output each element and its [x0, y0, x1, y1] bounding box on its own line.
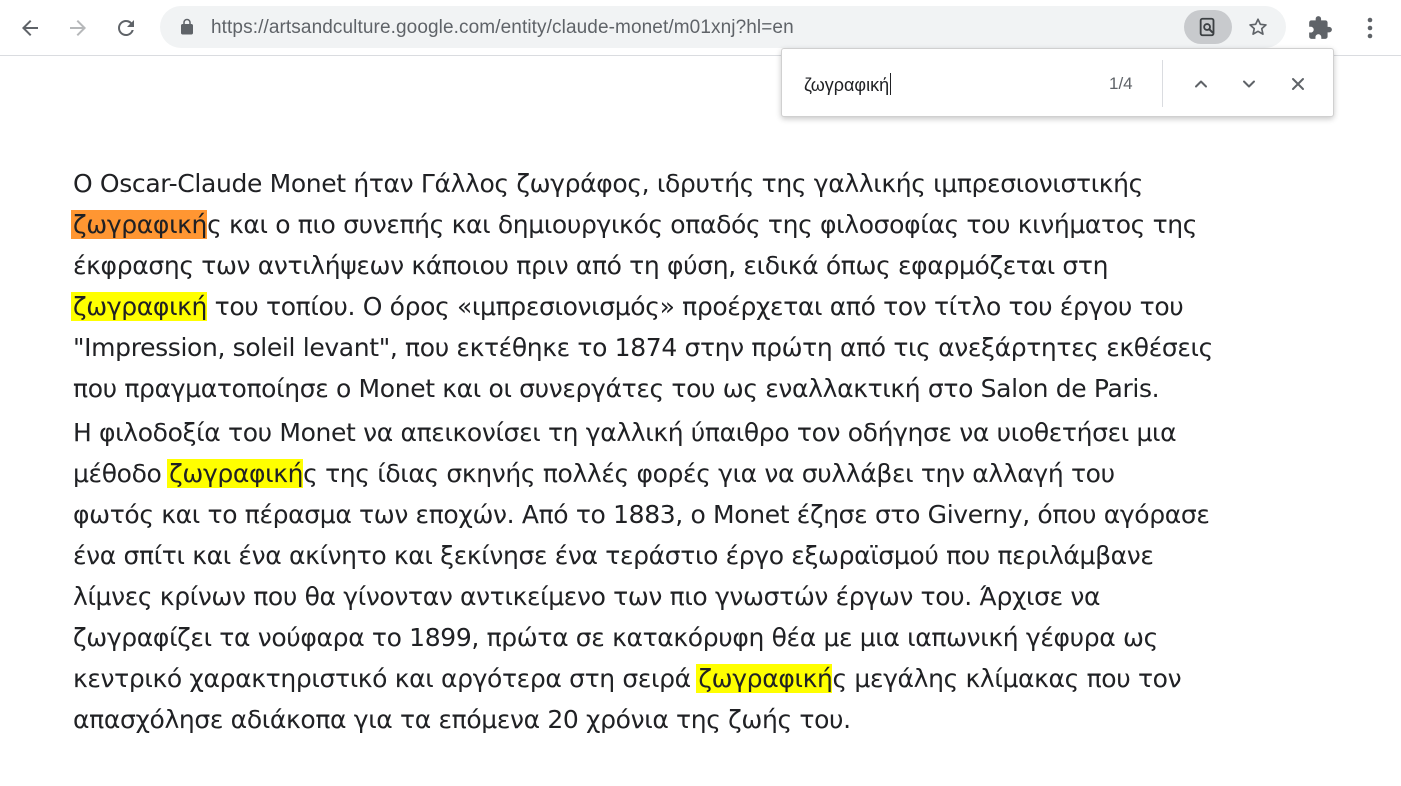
address-bar[interactable]: https://artsandculture.google.com/entity…: [160, 6, 1286, 48]
extensions-button[interactable]: [1302, 10, 1338, 46]
url-text: https://artsandculture.google.com/entity…: [211, 17, 794, 39]
text-caret: [890, 73, 892, 95]
close-icon: [1292, 78, 1304, 90]
arrow-left-icon: [22, 20, 38, 36]
text-line: Η φιλοδοξία του Monet να απεικονίσει τη …: [73, 418, 1177, 447]
paragraph-2: Η φιλοδοξία του Monet να απεικονίσει τη …: [73, 412, 1343, 740]
reload-icon: [118, 20, 134, 36]
text-line: κεντρικό χαρακτηριστικό και αργότερα στη…: [73, 658, 1343, 699]
text-line: έκφρασης των αντιλήψεων κάποιου πριν από…: [73, 251, 1109, 280]
find-match-count: 1/4: [1109, 74, 1133, 93]
browser-menu-button[interactable]: [1352, 10, 1388, 46]
line-text: μέθοδο: [73, 459, 170, 488]
paragraph-1: Ο Oscar-Claude Monet ήταν Γάλλος ζωγράφο…: [71, 163, 1343, 409]
find-match-active: ζωγραφική: [71, 210, 208, 239]
find-match: ζωγραφική: [71, 292, 208, 321]
find-previous-button[interactable]: [1185, 68, 1217, 100]
star-icon: [1249, 18, 1267, 35]
more-vertical-icon: [1367, 17, 1373, 39]
text-line: ζωγραφική του τοπίου. Ο όρος «ιμπρεσιονι…: [71, 286, 1343, 327]
chevron-up-icon: [1195, 80, 1207, 88]
back-button[interactable]: [10, 8, 50, 48]
text-line: μέθοδο ζωγραφικής της ίδιας σκηνής πολλέ…: [73, 453, 1343, 494]
bookmark-button[interactable]: [1244, 13, 1272, 41]
text-line: Ο Oscar-Claude Monet ήταν Γάλλος ζωγράφο…: [73, 169, 1143, 198]
forward-button[interactable]: [58, 8, 98, 48]
text-line: ζωγραφικής και ο πιο συνεπής και δημιουρ…: [71, 204, 1343, 245]
puzzle-icon: [1309, 16, 1332, 39]
find-match: ζωγραφική: [696, 664, 833, 693]
find-close-button[interactable]: [1282, 68, 1314, 100]
lock-icon[interactable]: [178, 18, 196, 36]
text-line: απασχόλησε αδιάκοπα για τα επόμενα 20 χρ…: [73, 705, 851, 734]
text-line: "Impression, soleil levant", που εκτέθηκ…: [73, 333, 1213, 362]
line-text: κεντρικό χαρακτηριστικό και αργότερα στη…: [73, 664, 699, 693]
text-line: λίμνες κρίνων που θα γίνονταν αντικείμεν…: [73, 582, 1101, 611]
find-match: ζωγραφική: [167, 459, 304, 488]
chevron-down-icon: [1243, 80, 1255, 88]
google-lens-icon: [1199, 17, 1215, 37]
line-text: του τοπίου. Ο όρος «ιμπρεσιονισμός» προέ…: [207, 292, 1184, 321]
find-input[interactable]: ζωγραφική: [804, 73, 892, 96]
url-path: /entity/claude-monet/m01xnj?hl=en: [495, 17, 794, 38]
find-divider: [1162, 60, 1163, 107]
reload-button[interactable]: [106, 8, 146, 48]
find-next-button[interactable]: [1233, 68, 1265, 100]
line-text: ς μεγάλης κλίμακας που τον: [832, 664, 1182, 693]
google-lens-button[interactable]: [1184, 10, 1232, 44]
text-line: που πραγματοποίησε ο Monet και οι συνεργ…: [73, 374, 1160, 403]
find-query: ζωγραφική: [804, 75, 890, 95]
text-line: ζωγραφίζει τα νούφαρα το 1899, πρώτα σε …: [73, 623, 1158, 652]
line-text: ς της ίδιας σκηνής πολλές φορές για να σ…: [303, 459, 1115, 488]
arrow-right-icon: [70, 20, 86, 36]
find-in-page-bar: ζωγραφική 1/4: [781, 48, 1334, 117]
text-line: ένα σπίτι και ένα ακίνητο και ξεκίνησε έ…: [73, 541, 1154, 570]
line-text: ς και ο πιο συνεπής και δημιουργικός οπα…: [207, 210, 1198, 239]
url-host: https://artsandculture.google.com: [211, 17, 496, 38]
article-body: Ο Oscar-Claude Monet ήταν Γάλλος ζωγράφο…: [71, 163, 1343, 740]
text-line: φωτός και το πέρασμα των εποχών. Από το …: [73, 500, 1210, 529]
